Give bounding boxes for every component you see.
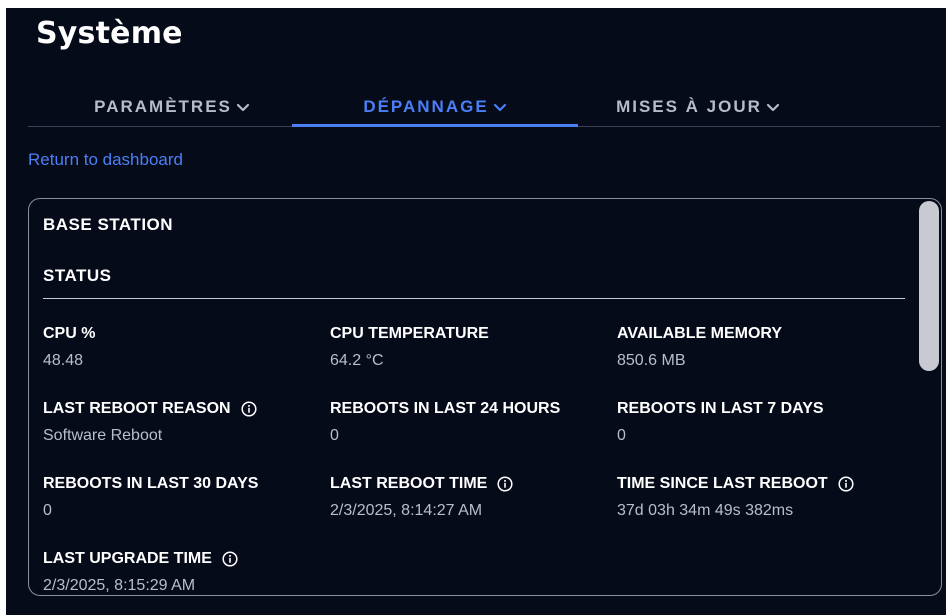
stat-label: TIME SINCE LAST REBOOT	[617, 475, 828, 492]
info-icon[interactable]	[222, 551, 238, 567]
base-station-card: BASE STATION STATUS CPU % 48.48 CPU TEMP…	[28, 198, 942, 596]
chevron-down-icon	[493, 103, 506, 112]
chevron-down-icon	[766, 103, 780, 112]
stat-value: 37d 03h 34m 49s 382ms	[617, 502, 794, 519]
tab-label: DÉPANNAGE	[363, 97, 489, 116]
stat-label: LAST UPGRADE TIME	[43, 550, 212, 567]
stat-value: Software Reboot	[43, 427, 163, 444]
stat-cpu-percent: CPU % 48.48	[43, 325, 323, 370]
return-to-dashboard-link[interactable]: Return to dashboard	[28, 150, 183, 170]
info-icon[interactable]	[497, 476, 513, 492]
section-divider	[43, 298, 905, 299]
info-icon[interactable]	[241, 401, 257, 417]
tab-label: MISES À JOUR	[616, 97, 762, 116]
stat-label: LAST REBOOT REASON	[43, 400, 231, 417]
stat-label: REBOOTS IN LAST 24 HOURS	[330, 400, 561, 417]
status-section-title: STATUS	[43, 266, 112, 285]
stat-value: 2/3/2025, 8:14:27 AM	[330, 502, 483, 519]
chevron-down-icon	[236, 103, 249, 112]
stat-available-memory: AVAILABLE MEMORY 850.6 MB	[617, 325, 897, 370]
page-title: Système	[36, 16, 183, 51]
system-panel: Système PARAMÈTRES DÉPANNAGE MISES À JOU…	[6, 8, 946, 615]
info-icon[interactable]	[838, 476, 854, 492]
stat-label: REBOOTS IN LAST 30 DAYS	[43, 475, 259, 492]
stat-label: CPU TEMPERATURE	[330, 325, 489, 342]
stat-last-upgrade-time: LAST UPGRADE TIME 2/3/2025, 8:15:29 AM	[43, 550, 323, 595]
stat-cpu-temperature: CPU TEMPERATURE 64.2 °C	[330, 325, 610, 370]
stat-label: CPU %	[43, 325, 96, 342]
stat-reboots-24-hours: REBOOTS IN LAST 24 HOURS 0	[330, 400, 610, 445]
stat-last-reboot-time: LAST REBOOT TIME 2/3/2025, 8:14:27 AM	[330, 475, 610, 520]
tab-depannage[interactable]: DÉPANNAGE	[292, 90, 578, 127]
card-scroll-content[interactable]: BASE STATION STATUS CPU % 48.48 CPU TEMP…	[29, 199, 917, 595]
stat-value: 2/3/2025, 8:15:29 AM	[43, 577, 196, 594]
stat-label: LAST REBOOT TIME	[330, 475, 488, 492]
stat-value: 64.2 °C	[330, 352, 384, 369]
stat-label: REBOOTS IN LAST 7 DAYS	[617, 400, 824, 417]
stat-reboots-30-days: REBOOTS IN LAST 30 DAYS 0	[43, 475, 323, 520]
tab-mises-a-jour[interactable]: MISES À JOUR	[578, 90, 818, 124]
stat-value: 48.48	[43, 352, 84, 369]
scrollbar-thumb[interactable]	[919, 201, 939, 371]
card-title: BASE STATION	[43, 215, 174, 234]
stat-value: 850.6 MB	[617, 352, 686, 369]
scrollbar[interactable]	[917, 199, 941, 595]
stat-reboots-7-days: REBOOTS IN LAST 7 DAYS 0	[617, 400, 897, 445]
stat-value: 0	[617, 427, 626, 444]
stat-value: 0	[330, 427, 339, 444]
tab-bar: PARAMÈTRES DÉPANNAGE MISES À JOUR	[28, 90, 940, 127]
tab-parametres[interactable]: PARAMÈTRES	[52, 90, 292, 124]
stat-last-reboot-reason: LAST REBOOT REASON Software Reboot	[43, 400, 323, 445]
stat-time-since-last-reboot: TIME SINCE LAST REBOOT 37d 03h 34m 49s 3…	[617, 475, 897, 520]
stat-label: AVAILABLE MEMORY	[617, 325, 783, 342]
tab-label: PARAMÈTRES	[94, 97, 232, 116]
stat-value: 0	[43, 502, 52, 519]
